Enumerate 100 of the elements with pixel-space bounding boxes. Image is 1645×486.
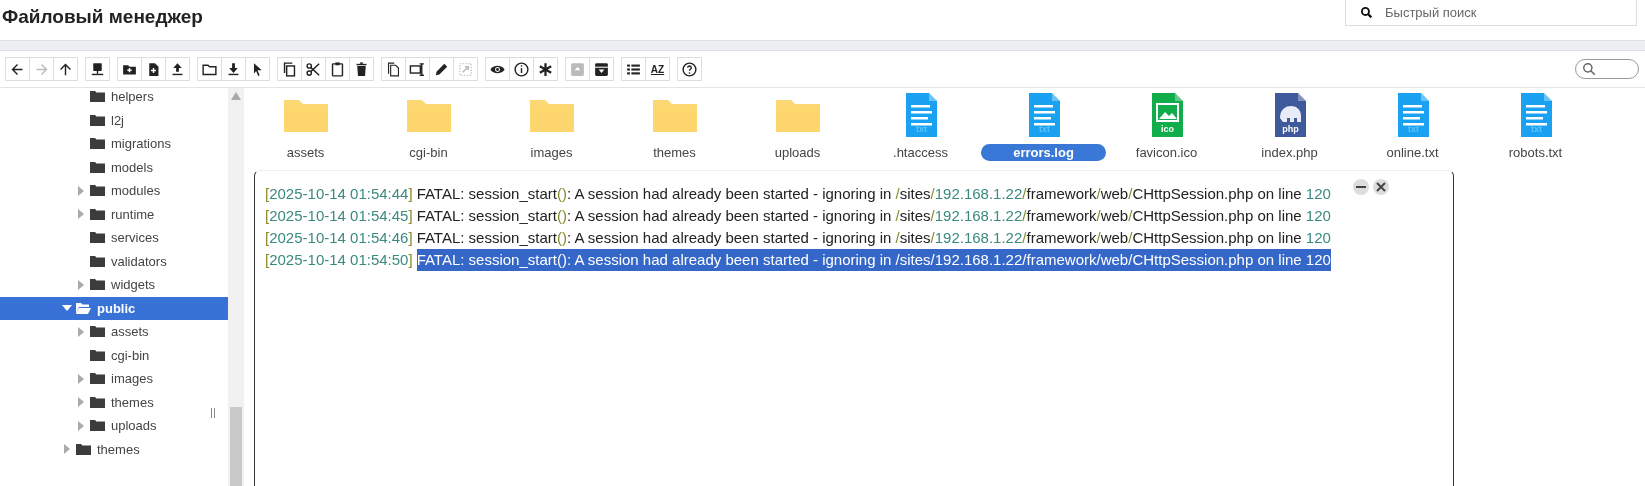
folder-icon: [90, 419, 105, 433]
folder-icon: [90, 90, 105, 104]
sort-button[interactable]: AZ: [645, 57, 670, 81]
log-timestamp: [2025-10-14 01:54:44]: [265, 184, 413, 204]
file-name[interactable]: online.txt: [1372, 144, 1453, 161]
folder-icon: [90, 137, 105, 151]
paste-icon: [329, 60, 346, 78]
cut-button[interactable]: [301, 57, 326, 81]
info-button[interactable]: [509, 57, 534, 81]
log-message[interactable]: FATAL: session_start(): A session had already been started - ignoring in /sites/192.168.1.22/framework/web/CHttpSession.php on line 120: [416, 249, 1331, 271]
tree-item[interactable]: assets: [0, 320, 228, 344]
log-message[interactable]: FATAL: session_start(): A session had already been started - ignoring in /sites/192.168.1.22/framework/web/CHttpSession.php on line 120: [416, 183, 1331, 205]
file-name[interactable]: cgi-bin: [395, 144, 462, 161]
help-icon: [681, 60, 698, 78]
tree-item-label: themes: [111, 394, 154, 410]
tree-item[interactable]: modules: [0, 179, 228, 203]
tree-item-label: cgi-bin: [111, 347, 150, 363]
folder-icon: [90, 254, 105, 268]
folder-icon: [90, 160, 105, 174]
duplicate-button[interactable]: [381, 57, 406, 81]
rename-icon: [409, 60, 426, 78]
tree-item-label: validators: [111, 253, 167, 269]
search-field[interactable]: Быстрый поиск: [1345, 0, 1637, 26]
download-button[interactable]: [221, 57, 246, 81]
tree-item[interactable]: themes: [0, 390, 228, 414]
tree-item-label: services: [111, 230, 159, 246]
folder-icon: [90, 348, 105, 362]
asterisk-button[interactable]: [533, 57, 558, 81]
back-button[interactable]: [5, 57, 30, 81]
tree-item-label: themes: [97, 441, 140, 457]
extract-button[interactable]: [589, 57, 614, 81]
archive-icon: [569, 60, 586, 78]
asterisk-icon: [537, 60, 554, 78]
select-button[interactable]: [245, 57, 270, 81]
folder-icon: [90, 231, 105, 245]
file-name[interactable]: index.php: [1247, 144, 1332, 161]
log-message[interactable]: FATAL: session_start(): A session had already been started - ignoring in /sites/192.168.1.22/framework/web/CHttpSession.php on line 120: [416, 227, 1331, 249]
folder-icon: [90, 395, 105, 409]
tree-item[interactable]: widgets: [0, 273, 228, 297]
tree-item-label: migrations: [111, 136, 171, 152]
edit-button[interactable]: [429, 57, 454, 81]
folder-icon: [76, 442, 91, 456]
file-name[interactable]: images: [516, 144, 587, 161]
tree-item[interactable]: images: [0, 367, 228, 391]
tree-item[interactable]: runtime: [0, 202, 228, 226]
tree-item[interactable]: models: [0, 155, 228, 179]
tree-item[interactable]: migrations: [0, 132, 228, 156]
folder-icon: [90, 372, 105, 386]
folder-icon: [90, 113, 105, 127]
folder-icon: [90, 184, 105, 198]
help-button[interactable]: [677, 57, 702, 81]
close-button[interactable]: [1373, 179, 1389, 195]
page-title: Файловый менеджер: [2, 6, 203, 28]
file-name[interactable]: uploads: [760, 144, 835, 161]
tree-item[interactable]: cgi-bin: [0, 343, 228, 367]
file-name[interactable]: themes: [639, 144, 710, 161]
tree-item-label: runtime: [111, 206, 155, 222]
tree-item[interactable]: services: [0, 226, 228, 250]
scrollbar-thumb[interactable]: [230, 407, 242, 486]
scrollbar[interactable]: [228, 88, 244, 486]
file-name[interactable]: favicon.ico: [1121, 144, 1212, 161]
new-file-button[interactable]: [141, 57, 166, 81]
view-button[interactable]: [485, 57, 510, 81]
cut-icon: [305, 60, 322, 78]
log-timestamp: [2025-10-14 01:54:45]: [265, 206, 413, 226]
log-message[interactable]: FATAL: session_start(): A session had already been started - ignoring in /sites/192.168.1.22/framework/web/CHttpSession.php on line 120: [416, 205, 1331, 227]
resize-handle[interactable]: [211, 408, 216, 418]
upload-button[interactable]: [165, 57, 190, 81]
tree-item-label: assets: [111, 324, 149, 340]
tree-item-label: public: [97, 300, 136, 316]
folder-icon: [90, 207, 105, 221]
tree-item[interactable]: l2j: [0, 108, 228, 132]
tree-item[interactable]: themes: [0, 437, 228, 461]
tree-item[interactable]: helpers: [0, 88, 228, 109]
tree-item-label: images: [111, 371, 153, 387]
tree-item[interactable]: validators: [0, 249, 228, 273]
folder-icon: [90, 325, 105, 339]
copy-button[interactable]: [277, 57, 302, 81]
tree-item[interactable]: public: [0, 296, 228, 320]
tree-item-label: models: [111, 159, 153, 175]
close-icon: [1375, 181, 1387, 193]
rename-button[interactable]: [405, 57, 430, 81]
search-icon: [1360, 6, 1373, 19]
copy-icon: [281, 60, 298, 78]
new-folder-button[interactable]: [117, 57, 142, 81]
network-button[interactable]: [85, 57, 110, 81]
file-name[interactable]: robots.txt: [1494, 144, 1577, 161]
up-button[interactable]: [53, 57, 78, 81]
file-name[interactable]: .htaccess: [879, 144, 962, 161]
open-button[interactable]: [197, 57, 222, 81]
info-icon: [513, 60, 530, 78]
file-name[interactable]: assets: [272, 144, 339, 161]
search-icon: [1582, 62, 1596, 76]
paste-button[interactable]: [325, 57, 350, 81]
minimize-button[interactable]: [1353, 179, 1369, 195]
delete-button[interactable]: [349, 57, 374, 81]
tree-item-label: l2j: [111, 112, 124, 128]
file-name[interactable]: errors.log: [981, 144, 1106, 161]
list-button[interactable]: [621, 57, 646, 81]
tree-item[interactable]: uploads: [0, 414, 228, 438]
